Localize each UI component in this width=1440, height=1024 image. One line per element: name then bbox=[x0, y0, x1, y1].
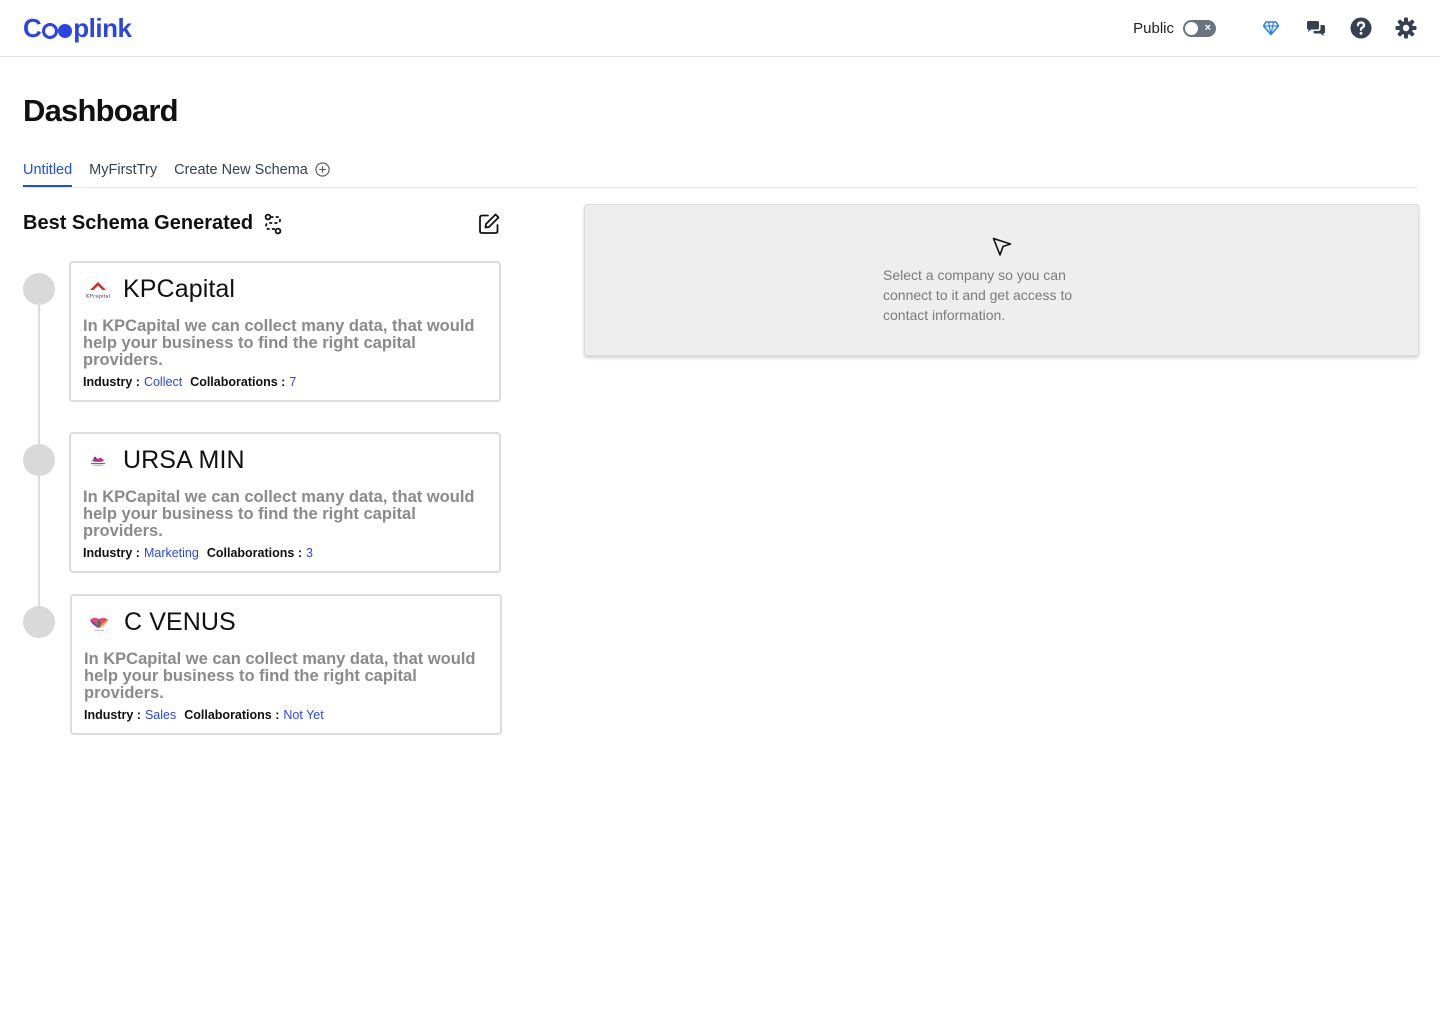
tab-untitled[interactable]: Untitled bbox=[23, 160, 73, 187]
help-icon[interactable] bbox=[1349, 16, 1373, 40]
edit-icon bbox=[479, 213, 500, 234]
schema-flow-icon bbox=[262, 213, 284, 235]
top-bar: Cplink Public × bbox=[0, 0, 1440, 57]
logo-text-end: plink bbox=[73, 13, 132, 43]
tab-myfirsttry-label: MyFirstTry bbox=[89, 162, 158, 178]
page-title: Dashboard bbox=[23, 93, 179, 128]
company-name: KPCapital bbox=[123, 275, 236, 303]
public-toggle[interactable]: × bbox=[1183, 19, 1216, 37]
industry-value: Sales bbox=[144, 708, 177, 722]
company-meta: Industry : Collect Collaborations : 7 bbox=[83, 375, 304, 389]
industry-label: Industry : bbox=[84, 708, 141, 722]
company-card-kpcapital[interactable]: KPcapital KPCapital In KPCapital we can … bbox=[69, 261, 501, 402]
c-venus-logo-icon bbox=[86, 610, 112, 636]
toggle-off-icon: × bbox=[1204, 21, 1211, 34]
logo-text-start: C bbox=[23, 13, 42, 43]
company-description: In KPCapital we can collect many data, t… bbox=[83, 488, 475, 540]
settings-icon[interactable] bbox=[1394, 16, 1418, 40]
schema-tabs: Untitled MyFirstTry Create New Schema bbox=[23, 160, 1418, 188]
section-header: Best Schema Generated bbox=[23, 212, 284, 235]
cursor-pointer-icon bbox=[991, 236, 1013, 263]
logo-dot-mark bbox=[58, 23, 73, 38]
card-header: URSA MIN bbox=[85, 446, 245, 475]
section-title: Best Schema Generated bbox=[23, 212, 254, 234]
timeline-dot bbox=[23, 444, 55, 476]
card-header: KPcapital KPCapital bbox=[85, 275, 235, 304]
company-description: In KPCapital we can collect many data, t… bbox=[83, 317, 475, 369]
industry-value: Collect bbox=[143, 375, 183, 389]
company-details-placeholder: Select a company so you can connect to i… bbox=[584, 204, 1419, 356]
company-card-ursa-min[interactable]: URSA MIN In KPCapital we can collect man… bbox=[69, 432, 501, 573]
company-meta: Industry : Marketing Collaborations : 3 bbox=[83, 546, 321, 560]
company-description: In KPCapital we can collect many data, t… bbox=[84, 650, 476, 702]
ursa-min-logo-icon bbox=[85, 448, 111, 474]
company-card-c-venus[interactable]: C VENUS In KPCapital we can collect many… bbox=[70, 594, 502, 735]
collaborations-value: 3 bbox=[306, 546, 313, 560]
tab-myfirsttry[interactable]: MyFirstTry bbox=[89, 160, 157, 187]
collaborations-value: Not Yet bbox=[283, 708, 324, 722]
company-name: C VENUS bbox=[124, 608, 236, 636]
tab-create-new-schema-label: Create New Schema bbox=[174, 162, 308, 178]
add-circle-icon bbox=[315, 162, 330, 183]
collaborations-label: Collaborations : bbox=[206, 546, 302, 560]
svg-text:KPcapital: KPcapital bbox=[86, 293, 110, 299]
collaborations-label: Collaborations : bbox=[190, 375, 286, 389]
company-name: URSA MIN bbox=[123, 446, 245, 474]
select-company-message: Select a company so you can connect to i… bbox=[883, 267, 1073, 323]
top-bar-actions: Public × bbox=[1133, 14, 1418, 42]
industry-label: Industry : bbox=[83, 546, 140, 560]
logo-ring-mark bbox=[41, 22, 58, 39]
industry-label: Industry : bbox=[83, 375, 140, 389]
edit-schema-button[interactable] bbox=[477, 212, 501, 236]
kpcapital-logo-icon: KPcapital bbox=[85, 277, 111, 303]
collaborations-value: 7 bbox=[289, 375, 297, 389]
tab-create-new-schema[interactable]: Create New Schema bbox=[174, 160, 330, 187]
diamond-icon[interactable] bbox=[1259, 16, 1283, 40]
tab-untitled-label: Untitled bbox=[23, 162, 73, 178]
collaborations-label: Collaborations : bbox=[184, 708, 280, 722]
public-label: Public bbox=[1133, 19, 1174, 37]
toggle-knob bbox=[1185, 21, 1198, 35]
cooplink-logo[interactable]: Cplink bbox=[23, 13, 132, 44]
company-meta: Industry : Sales Collaborations : Not Ye… bbox=[84, 708, 332, 722]
industry-value: Marketing bbox=[143, 546, 199, 560]
timeline-dot bbox=[23, 273, 55, 305]
chat-icon[interactable] bbox=[1304, 16, 1328, 40]
timeline-dot bbox=[23, 606, 55, 638]
card-header: C VENUS bbox=[86, 608, 236, 637]
